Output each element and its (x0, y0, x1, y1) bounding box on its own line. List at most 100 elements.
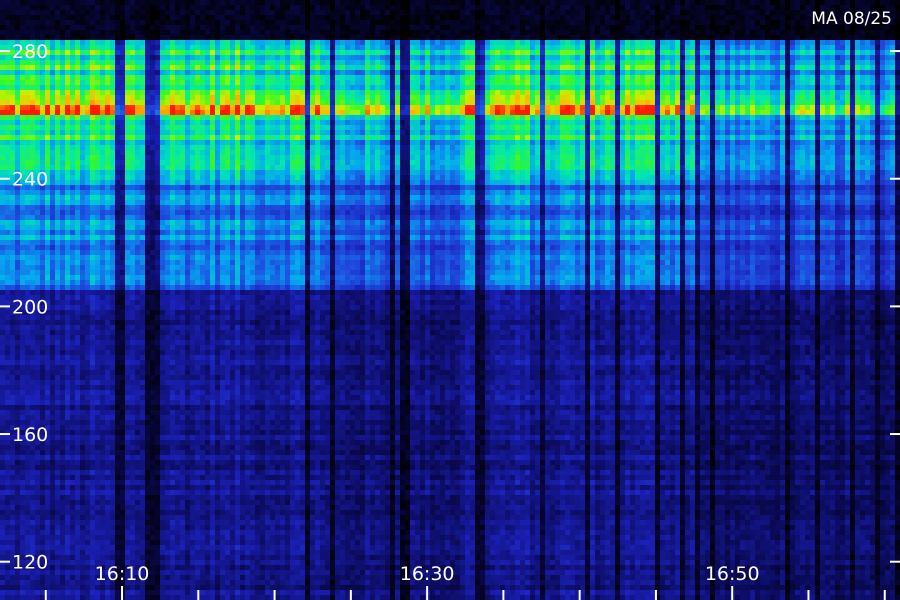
heatmap-cell (95, 145, 101, 151)
heatmap-cell (200, 210, 206, 216)
heatmap-cell (45, 35, 51, 41)
heatmap-cell (90, 0, 96, 6)
heatmap-cell (140, 540, 146, 546)
heatmap-cell (160, 325, 166, 331)
heatmap-cell (150, 325, 156, 331)
heatmap-cell (130, 110, 136, 116)
heatmap-cell (65, 540, 71, 546)
heatmap-cell (90, 330, 96, 336)
heatmap-cell (65, 430, 71, 436)
heatmap-cell (130, 310, 136, 316)
heatmap-cell (80, 50, 86, 56)
heatmap-cell (205, 225, 211, 231)
heatmap-cell (0, 195, 6, 201)
heatmap-cell (190, 555, 196, 561)
heatmap-cell (180, 235, 186, 241)
heatmap-cell (30, 580, 36, 586)
heatmap-cell (115, 435, 121, 441)
heatmap-cell (170, 285, 176, 291)
heatmap-cell (5, 455, 11, 461)
heatmap-cell (105, 155, 111, 161)
heatmap-cell (125, 230, 131, 236)
heatmap-cell (140, 510, 146, 516)
heatmap-cell (165, 85, 171, 91)
heatmap-cell (115, 160, 121, 166)
heatmap-cell (70, 430, 76, 436)
heatmap-cell (85, 520, 91, 526)
heatmap-cell (105, 15, 111, 21)
heatmap-cell (60, 310, 66, 316)
heatmap-cell (20, 225, 26, 231)
heatmap-cell (155, 495, 161, 501)
heatmap-cell (105, 225, 111, 231)
heatmap-cell (40, 70, 46, 76)
heatmap-cell (50, 35, 56, 41)
heatmap-cell (15, 455, 21, 461)
heatmap-cell (120, 455, 126, 461)
heatmap-cell (65, 180, 71, 186)
heatmap-cell (105, 190, 111, 196)
heatmap-cell (60, 190, 66, 196)
heatmap-cell (145, 540, 151, 546)
heatmap-cell (145, 420, 151, 426)
heatmap-cell (200, 185, 206, 191)
heatmap-cell (150, 515, 156, 521)
heatmap-cell (145, 160, 151, 166)
heatmap-cell (55, 270, 61, 276)
heatmap-cell (155, 25, 161, 31)
heatmap-cell (25, 265, 31, 271)
heatmap-cell (65, 280, 71, 286)
heatmap-cell (0, 565, 6, 571)
heatmap-cell (5, 140, 11, 146)
heatmap-cell (90, 360, 96, 366)
heatmap-cell (100, 195, 106, 201)
heatmap-cell (125, 265, 131, 271)
heatmap-cell (10, 250, 16, 256)
heatmap-cell (115, 35, 121, 41)
heatmap-cell (205, 380, 211, 386)
heatmap-cell (90, 445, 96, 451)
heatmap-cell (60, 510, 66, 516)
heatmap-cell (25, 25, 31, 31)
heatmap-cell (30, 470, 36, 476)
heatmap-cell (180, 575, 186, 581)
heatmap-cell (105, 275, 111, 281)
heatmap-cell (25, 215, 31, 221)
heatmap-cell (75, 325, 81, 331)
heatmap-cell (40, 585, 46, 591)
heatmap-cell (0, 500, 6, 506)
heatmap-cell (0, 35, 6, 41)
heatmap-cell (45, 385, 51, 391)
heatmap-cell (70, 570, 76, 576)
heatmap-cell (160, 510, 166, 516)
heatmap-cell (155, 145, 161, 151)
heatmap-cell (100, 420, 106, 426)
heatmap-cell (45, 375, 51, 381)
heatmap-cell (130, 500, 136, 506)
heatmap-cell (200, 10, 206, 16)
heatmap-cell (200, 225, 206, 231)
heatmap-cell (130, 25, 136, 31)
heatmap-cell (35, 370, 41, 376)
heatmap-cell (70, 170, 76, 176)
heatmap-cell (70, 315, 76, 321)
heatmap-cell (50, 510, 56, 516)
heatmap-cell (50, 50, 56, 56)
heatmap-cell (80, 505, 86, 511)
heatmap-cell (25, 520, 31, 526)
heatmap-cell (140, 295, 146, 301)
heatmap-cell (35, 250, 41, 256)
heatmap-cell (175, 65, 181, 71)
heatmap-cell (0, 525, 6, 531)
heatmap-cell (180, 270, 186, 276)
heatmap-cell (160, 435, 166, 441)
heatmap-cell (45, 470, 51, 476)
heatmap-cell (5, 15, 11, 21)
heatmap-cell (115, 50, 121, 56)
heatmap-cell (135, 360, 141, 366)
heatmap-cell (190, 150, 196, 156)
heatmap-cell (80, 275, 86, 281)
heatmap-cell (140, 395, 146, 401)
heatmap-cell (95, 480, 101, 486)
heatmap-cell (190, 570, 196, 576)
